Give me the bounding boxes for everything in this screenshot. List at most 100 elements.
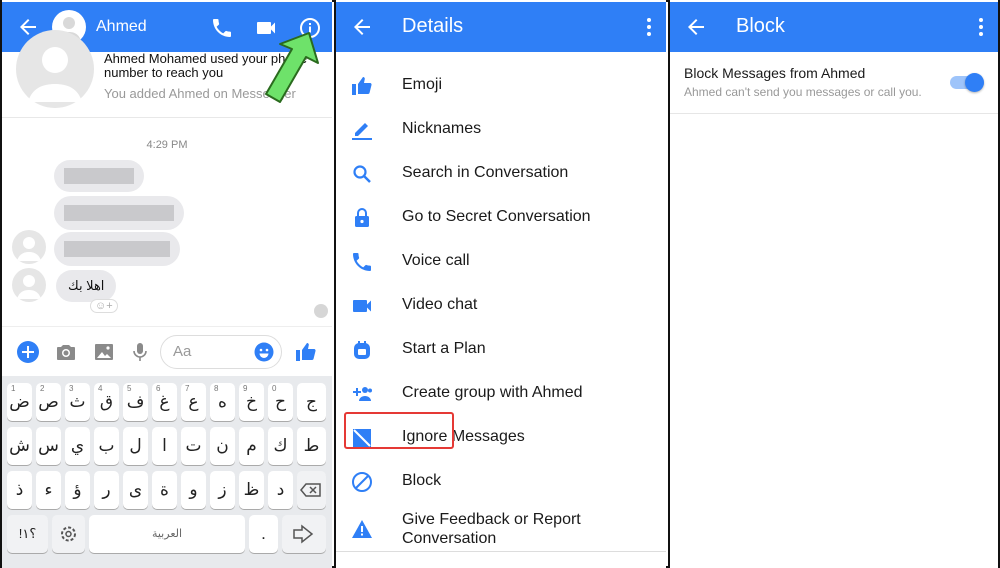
keyboard-key[interactable]: 1ض: [7, 383, 32, 421]
keyboard-key[interactable]: ؤ: [65, 471, 90, 509]
toggle-thumb: [965, 73, 984, 92]
calendar-icon: [350, 338, 374, 362]
menu-item-label: Go to Secret Conversation: [402, 208, 591, 225]
lock-icon: [350, 206, 374, 230]
keyboard-key[interactable]: د: [268, 471, 293, 509]
menu-item-label: Start a Plan: [402, 340, 486, 357]
page-title: Block: [736, 15, 785, 37]
sender-avatar: [12, 230, 46, 264]
redacted-message-bubble[interactable]: [54, 160, 144, 192]
menu-item-block[interactable]: Block: [336, 460, 666, 504]
keyboard-key[interactable]: 7ع: [181, 383, 206, 421]
phone-icon: [350, 250, 374, 274]
keyboard-key[interactable]: ت: [181, 427, 206, 465]
space-key[interactable]: العربية: [89, 515, 245, 553]
keyboard-key[interactable]: ذ: [7, 471, 32, 509]
keyboard-key[interactable]: ز: [210, 471, 235, 509]
more-options-icon[interactable]: [646, 16, 652, 38]
keyboard-key[interactable]: و: [181, 471, 206, 509]
keyboard-key[interactable]: ا: [152, 427, 177, 465]
keyboard-key[interactable]: 4ق: [94, 383, 119, 421]
menu-item-label: Emoji: [402, 76, 443, 93]
keyboard-key[interactable]: س: [36, 427, 61, 465]
contact-profile-avatar: [16, 30, 94, 108]
video-icon: [350, 294, 374, 318]
block-messages-toggle[interactable]: [950, 73, 984, 92]
back-arrow-icon[interactable]: [350, 15, 374, 39]
keyboard-key[interactable]: ب: [94, 427, 119, 465]
block-highlight-box: [344, 412, 454, 449]
keyboard-key[interactable]: 5ف: [123, 383, 148, 421]
keyboard-key[interactable]: م: [239, 427, 264, 465]
keyboard-key[interactable]: ر: [94, 471, 119, 509]
keyboard-key[interactable]: ى: [123, 471, 148, 509]
block-header: Block: [670, 2, 998, 52]
setting-title: Block Messages from Ahmed: [684, 65, 866, 81]
microphone-icon[interactable]: [128, 340, 152, 364]
block-messages-setting[interactable]: Block Messages from Ahmed Ahmed can't se…: [670, 52, 998, 114]
keyboard-key[interactable]: 8ه: [210, 383, 235, 421]
keyboard-key[interactable]: ل: [123, 427, 148, 465]
pencil-icon: [350, 118, 374, 142]
gallery-icon[interactable]: [92, 340, 116, 364]
group-add-icon: [350, 382, 374, 406]
thumbs-up-icon: [350, 74, 374, 98]
menu-item-nicknames[interactable]: Nicknames: [336, 108, 666, 152]
contact-name[interactable]: Ahmed: [96, 18, 147, 36]
redacted-message-bubble[interactable]: [54, 232, 180, 266]
keyboard-key[interactable]: ج: [297, 383, 326, 421]
divider: [336, 551, 666, 552]
keyboard-key[interactable]: 3ث: [65, 383, 90, 421]
menu-item-label: Voice call: [402, 252, 470, 269]
keyboard-key[interactable]: ط: [297, 427, 326, 465]
keyboard-key[interactable]: ن: [210, 427, 235, 465]
menu-item-voice-call[interactable]: Voice call: [336, 240, 666, 284]
keyboard-key[interactable]: ظ: [239, 471, 264, 509]
emoji-icon[interactable]: [252, 340, 276, 364]
menu-item-label: Create group with Ahmed: [402, 384, 583, 401]
backspace-icon: [300, 483, 321, 497]
menu-item-search[interactable]: Search in Conversation: [336, 152, 666, 196]
menu-item-label: Give Feedback or Report Conversation: [402, 511, 581, 547]
thumbs-up-icon[interactable]: [294, 340, 318, 364]
block-panel: Block Block Messages from Ahmed Ahmed ca…: [668, 0, 998, 568]
enter-key[interactable]: [282, 515, 326, 553]
keyboard-key[interactable]: ش: [7, 427, 32, 465]
plus-icon[interactable]: [16, 340, 40, 364]
back-arrow-icon[interactable]: [684, 15, 708, 39]
gear-icon: [61, 526, 76, 542]
menu-item-label: Block: [402, 472, 442, 489]
details-header: Details: [336, 2, 666, 52]
menu-item-label: Nicknames: [402, 120, 482, 137]
warning-icon: [350, 517, 374, 541]
keyboard-key[interactable]: 6غ: [152, 383, 177, 421]
more-options-icon[interactable]: [978, 16, 984, 38]
menu-item-video-chat[interactable]: Video chat: [336, 284, 666, 328]
seen-avatar: [314, 304, 328, 318]
add-reaction-icon[interactable]: ☺+: [90, 299, 118, 313]
setting-subtitle: Ahmed can't send you messages or call yo…: [684, 85, 922, 99]
camera-icon[interactable]: [54, 340, 78, 364]
keyboard-key[interactable]: ة: [152, 471, 177, 509]
symbols-key[interactable]: !؟١: [7, 515, 48, 553]
menu-item-start-plan[interactable]: Start a Plan: [336, 328, 666, 372]
keyboard-settings-key[interactable]: [52, 515, 85, 553]
keyboard-key[interactable]: 2ص: [36, 383, 61, 421]
keyboard-key[interactable]: 0ح: [268, 383, 293, 421]
enter-arrow-icon: [293, 524, 314, 544]
keyboard-key[interactable]: ك: [268, 427, 293, 465]
menu-item-secret-conversation[interactable]: Go to Secret Conversation: [336, 196, 666, 240]
menu-item-create-group[interactable]: Create group with Ahmed: [336, 372, 666, 416]
arabic-message-bubble[interactable]: اهلا بك: [56, 270, 117, 302]
block-icon: [350, 470, 374, 494]
redacted-message-bubble[interactable]: [54, 196, 184, 230]
keyboard-key[interactable]: ي: [65, 427, 90, 465]
menu-item-feedback[interactable]: Give Feedback or Report Conversation: [336, 506, 666, 552]
menu-item-emoji[interactable]: Emoji: [336, 64, 666, 108]
keyboard-key[interactable]: ء: [36, 471, 61, 509]
keyboard-key[interactable]: 9خ: [239, 383, 264, 421]
menu-item-label: Video chat: [402, 296, 478, 313]
phone-icon[interactable]: [210, 16, 234, 40]
backspace-key[interactable]: [297, 471, 326, 509]
period-key[interactable]: .: [249, 515, 278, 553]
